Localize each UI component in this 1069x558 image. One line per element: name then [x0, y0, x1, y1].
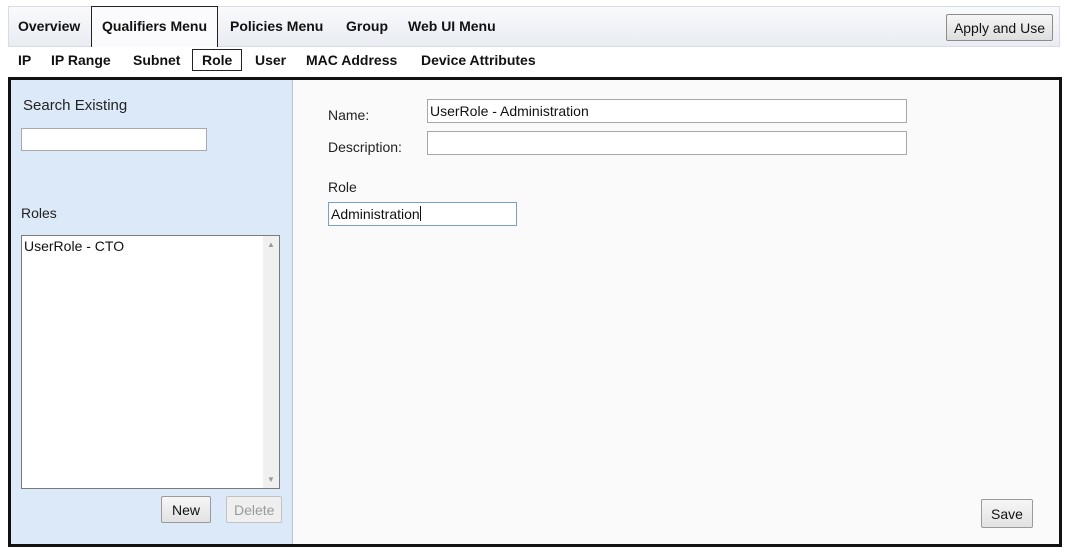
scroll-down-icon[interactable]: ▼ — [267, 475, 275, 484]
menu-group[interactable]: Group — [346, 7, 388, 48]
role-field-value: Administration — [331, 206, 420, 222]
delete-button[interactable]: Delete — [226, 496, 283, 523]
roles-label: Roles — [21, 205, 57, 221]
tab-ip[interactable]: IP — [18, 47, 31, 73]
right-panel: Name: UserRole - Administration Descript… — [294, 80, 1059, 544]
text-cursor — [419, 206, 421, 221]
role-field[interactable]: Administration — [328, 202, 517, 226]
name-label: Name: — [328, 107, 370, 123]
menu-qualifiers[interactable]: Qualifiers Menu — [91, 6, 219, 48]
tab-ip-range[interactable]: IP Range — [51, 47, 111, 73]
list-item[interactable]: UserRole - CTO — [24, 238, 124, 254]
top-menu-bar: Overview Qualifiers Menu Policies Menu G… — [8, 6, 1060, 48]
save-button[interactable]: Save — [981, 499, 1033, 528]
tab-role[interactable]: Role — [192, 49, 243, 71]
sub-menu-bar: IP IP Range Subnet Role User MAC Address… — [8, 47, 1060, 76]
menu-web-ui[interactable]: Web UI Menu — [408, 7, 496, 48]
description-label: Description: — [328, 139, 402, 155]
tab-user[interactable]: User — [255, 47, 286, 73]
tab-mac-address[interactable]: MAC Address — [306, 47, 397, 73]
roles-list[interactable]: UserRole - CTO ▲ ▼ — [21, 235, 280, 489]
scroll-up-icon[interactable]: ▲ — [267, 240, 275, 249]
roles-list-scrollbar[interactable]: ▲ ▼ — [263, 236, 279, 488]
tab-subnet[interactable]: Subnet — [133, 47, 180, 73]
apply-and-use-button[interactable]: Apply and Use — [945, 14, 1053, 41]
main-frame: Search Existing Roles UserRole - CTO ▲ ▼… — [8, 77, 1062, 547]
new-button[interactable]: New — [161, 496, 212, 523]
tab-device-attributes[interactable]: Device Attributes — [421, 47, 536, 73]
role-label: Role — [328, 179, 357, 195]
search-input[interactable] — [21, 128, 207, 151]
description-field[interactable] — [427, 131, 907, 155]
name-field[interactable]: UserRole - Administration — [427, 99, 907, 123]
menu-overview[interactable]: Overview — [18, 7, 80, 48]
search-existing-label: Search Existing — [23, 97, 128, 114]
menu-policies[interactable]: Policies Menu — [230, 7, 323, 48]
left-panel: Search Existing Roles UserRole - CTO ▲ ▼… — [11, 80, 293, 544]
